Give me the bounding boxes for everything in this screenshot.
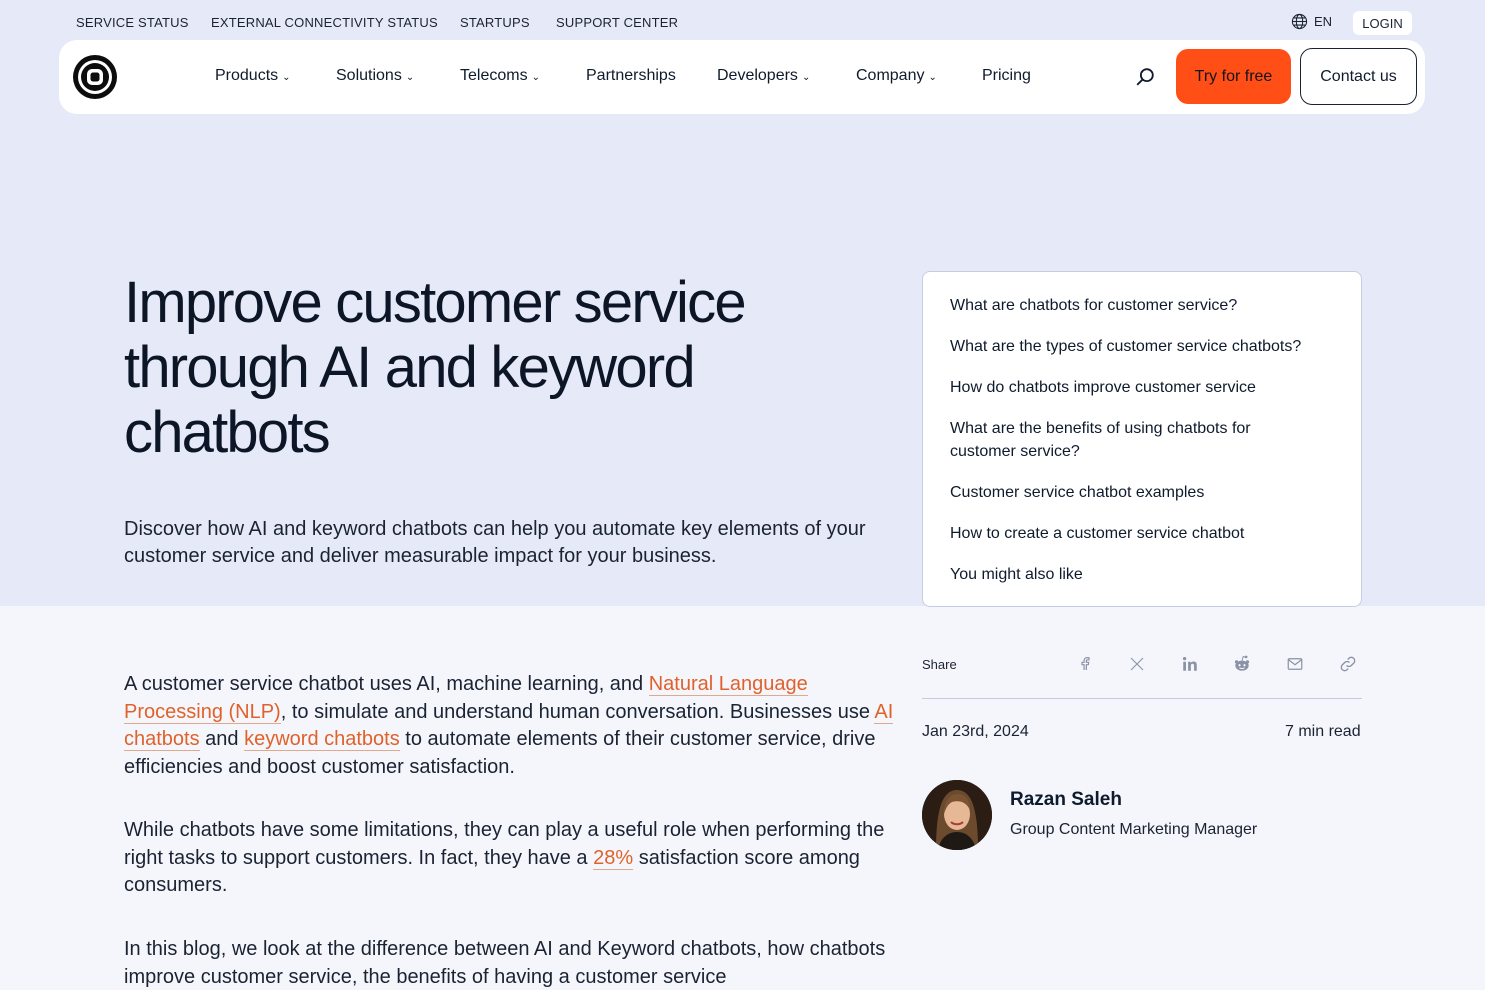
nav-pricing[interactable]: Pricing	[982, 67, 1031, 85]
article-paragraph: A customer service chatbot uses AI, mach…	[124, 671, 899, 781]
x-icon[interactable]	[1127, 654, 1147, 674]
chevron-down-icon: ⌄	[801, 71, 811, 83]
startups-link[interactable]: STARTUPS	[460, 15, 530, 30]
nav-label: Pricing	[982, 67, 1031, 84]
article-paragraph: While chatbots have some limitations, th…	[124, 817, 899, 900]
link-icon[interactable]	[1338, 654, 1358, 674]
paragraph-text: and	[199, 728, 245, 750]
author-name[interactable]: Razan Saleh	[1010, 789, 1122, 811]
facebook-icon[interactable]	[1075, 654, 1095, 674]
language-selector[interactable]: EN	[1291, 13, 1332, 30]
toc-item[interactable]: You might also like	[950, 563, 1334, 586]
try-for-free-button[interactable]: Try for free	[1176, 49, 1291, 104]
language-label: EN	[1314, 14, 1333, 29]
nav-company[interactable]: Company ⌄	[856, 67, 937, 85]
nav-label: Developers	[717, 67, 798, 84]
nav-partnerships[interactable]: Partnerships	[586, 67, 676, 85]
publish-date: Jan 23rd, 2024	[922, 723, 1029, 740]
nav-label: Telecoms	[460, 67, 528, 84]
article-paragraph: In this blog, we look at the difference …	[124, 938, 886, 988]
paragraph-text: A customer service chatbot uses AI, mach…	[124, 673, 649, 695]
utility-bar: SERVICE STATUS EXTERNAL CONNECTIVITY STA…	[0, 0, 1485, 44]
table-of-contents: What are chatbots for customer service? …	[922, 271, 1362, 607]
support-center-link[interactable]: SUPPORT CENTER	[556, 15, 678, 30]
content-background	[0, 606, 1485, 990]
nav-solutions[interactable]: Solutions ⌄	[336, 67, 414, 85]
author-role: Group Content Marketing Manager	[1010, 821, 1258, 838]
main-navbar: Products ⌄ Solutions ⌄ Telecoms ⌄ Partnersh…	[59, 40, 1425, 114]
search-icon[interactable]	[1134, 66, 1156, 88]
nav-developers[interactable]: Developers ⌄	[717, 67, 810, 85]
chevron-down-icon: ⌄	[531, 71, 540, 83]
share-divider	[922, 698, 1362, 699]
page-subtitle: Discover how AI and keyword chatbots can…	[124, 518, 866, 567]
toc-item[interactable]: What are chatbots for customer service?	[950, 294, 1334, 317]
nav-telecoms[interactable]: Telecoms ⌄	[460, 67, 540, 85]
chevron-down-icon: ⌄	[282, 71, 291, 83]
page-title: Improve customer service through AI and …	[124, 270, 747, 465]
nav-label: Solutions	[336, 67, 402, 84]
reddit-icon[interactable]	[1232, 654, 1252, 674]
mail-icon[interactable]	[1285, 654, 1305, 674]
keyword-chatbots-link[interactable]: keyword chatbots	[244, 728, 400, 751]
chevron-down-icon: ⌄	[928, 71, 937, 83]
toc-item[interactable]: Customer service chatbot examples	[950, 481, 1334, 504]
globe-icon	[1291, 13, 1308, 30]
read-time: 7 min read	[1285, 723, 1361, 740]
login-button[interactable]: LOGIN	[1353, 11, 1412, 35]
toc-item[interactable]: What are the types of customer service c…	[950, 335, 1334, 358]
author-avatar	[922, 780, 992, 850]
nav-label: Partnerships	[586, 67, 676, 84]
toc-item[interactable]: How to create a customer service chatbot	[950, 522, 1334, 545]
linkedin-icon[interactable]	[1180, 654, 1200, 674]
paragraph-text: , to simulate and understand human conve…	[280, 700, 875, 723]
chevron-down-icon: ⌄	[405, 71, 415, 83]
connectivity-status-link[interactable]: EXTERNAL CONNECTIVITY STATUS	[211, 15, 438, 30]
share-label: Share	[922, 657, 957, 672]
toc-item[interactable]: What are the benefits of using chatbots …	[950, 417, 1280, 463]
toc-item[interactable]: How do chatbots improve customer service	[950, 376, 1334, 399]
nav-label: Products	[215, 67, 279, 84]
contact-us-button[interactable]: Contact us	[1300, 48, 1417, 105]
company-logo-icon[interactable]	[73, 55, 117, 99]
nav-products[interactable]: Products ⌄	[215, 67, 291, 85]
nav-label: Company	[856, 67, 925, 84]
service-status-link[interactable]: SERVICE STATUS	[76, 15, 189, 30]
satisfaction-stat-link[interactable]: 28%	[593, 846, 634, 870]
